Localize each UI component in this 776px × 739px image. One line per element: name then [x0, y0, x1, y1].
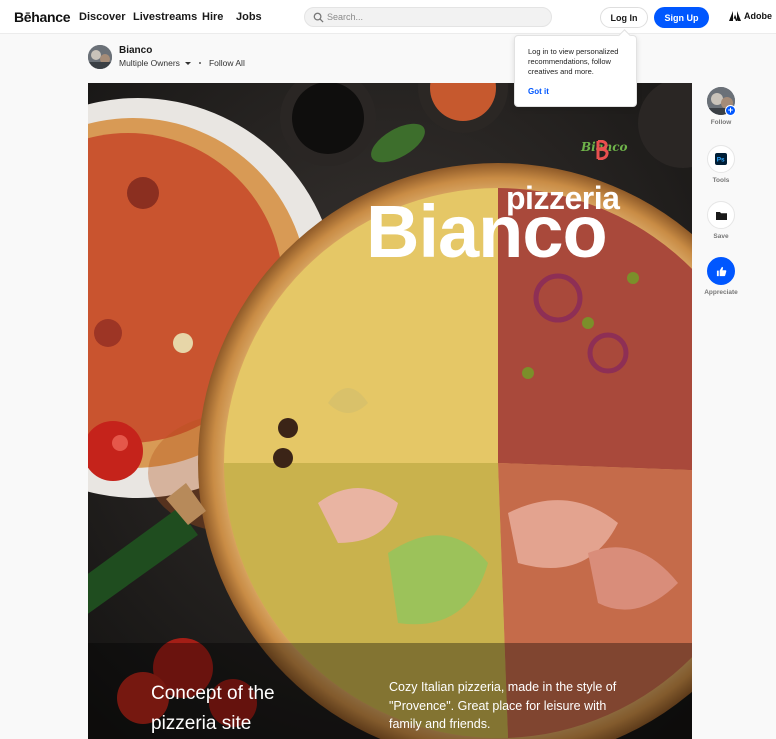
side-action-tools[interactable]: Ps Tools — [706, 145, 736, 184]
top-navigation-bar: Bēhance Discover Livestreams Hire Jobs L… — [0, 0, 776, 34]
brand-logo-mark: Bianco — [581, 140, 628, 160]
photoshop-icon[interactable]: Ps — [707, 145, 735, 173]
save-label: Save — [713, 233, 729, 240]
plus-badge-icon: + — [725, 105, 736, 116]
adobe-logo-icon — [729, 11, 741, 21]
multiple-owners-dropdown[interactable]: Multiple Owners — [119, 58, 180, 68]
follow-all-link[interactable]: Follow All — [209, 58, 245, 68]
chevron-down-icon[interactable] — [184, 61, 191, 65]
owner-name[interactable]: Bianco — [119, 45, 152, 56]
signup-button[interactable]: Sign Up — [654, 7, 709, 28]
owner-meta: Multiple Owners Follow All — [119, 58, 245, 68]
popover-message: Log in to view personalized recommendati… — [528, 47, 619, 76]
search-box[interactable] — [304, 7, 552, 27]
svg-text:Ps: Ps — [717, 157, 725, 164]
nav-livestreams[interactable]: Livestreams — [133, 11, 197, 23]
got-it-button[interactable]: Got it — [528, 87, 549, 96]
tools-label: Tools — [712, 177, 730, 184]
nav-discover[interactable]: Discover — [79, 11, 125, 23]
adobe-label: Adobe — [744, 11, 772, 21]
bianco-b-logo-icon — [596, 140, 609, 160]
nav-hire[interactable]: Hire — [202, 11, 223, 23]
behance-logo[interactable]: Bēhance — [14, 9, 71, 25]
folder-icon[interactable] — [707, 201, 735, 229]
side-action-appreciate[interactable]: Appreciate — [704, 257, 738, 296]
separator-dot — [198, 62, 201, 64]
nav-jobs[interactable]: Jobs — [236, 11, 262, 23]
search-icon — [313, 12, 324, 23]
login-button[interactable]: Log In — [600, 7, 648, 28]
adobe-link[interactable]: Adobe — [729, 11, 772, 21]
side-action-save[interactable]: Save — [706, 201, 736, 240]
project-description: Cozy Italian pizzeria, made in the style… — [389, 680, 617, 731]
project-cover-image: Bianco pizzeria Bianco Concept of the pi… — [88, 83, 692, 739]
owner-avatar[interactable] — [88, 45, 112, 69]
side-action-follow[interactable]: + Follow — [706, 87, 736, 126]
concept-caption: Concept of the pizzeria site — [151, 683, 275, 734]
appreciate-label: Appreciate — [704, 289, 738, 296]
headline-bianco: Bianco — [366, 190, 608, 273]
search-input[interactable] — [327, 10, 537, 24]
login-prompt-popover: Log in to view personalized recommendati… — [514, 35, 637, 107]
thumbs-up-icon[interactable] — [707, 257, 735, 285]
follow-label: Follow — [710, 119, 732, 126]
